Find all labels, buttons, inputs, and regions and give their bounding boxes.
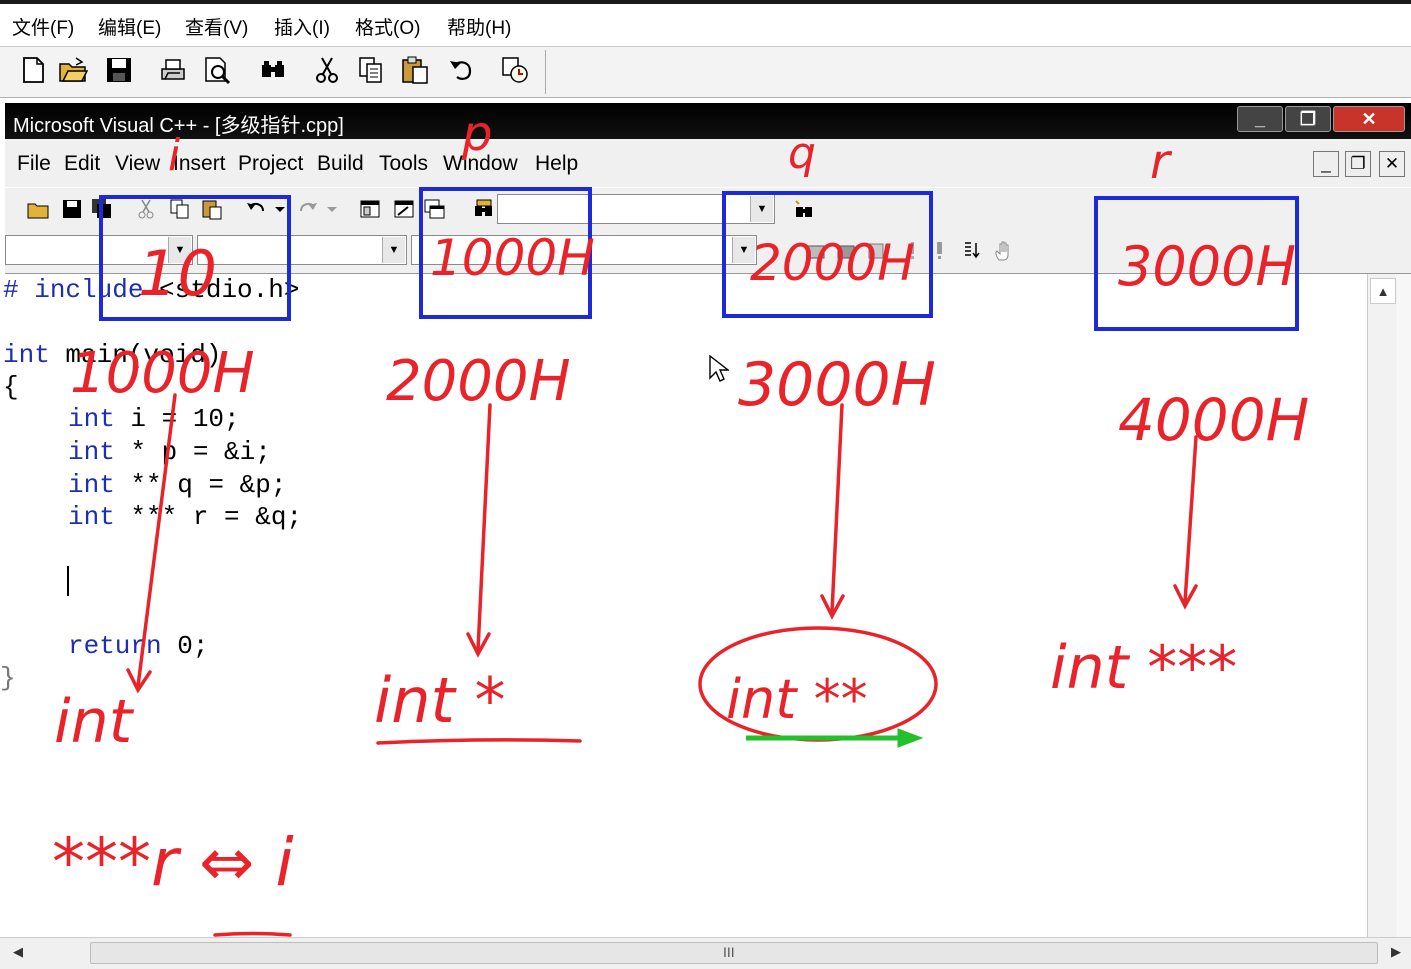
paste-icon[interactable] xyxy=(400,55,430,85)
class-combo[interactable]: ▼ xyxy=(5,235,193,265)
workspace-icon[interactable] xyxy=(359,198,381,220)
menu-file[interactable]: File xyxy=(17,152,51,176)
scroll-right-arrow-icon[interactable]: ▶ xyxy=(1386,944,1406,964)
code-line-open-brace: { xyxy=(3,372,19,402)
insert-breakpoint-icon[interactable] xyxy=(961,240,983,262)
go-icon[interactable] xyxy=(929,240,951,262)
chevron-down-icon[interactable] xyxy=(269,198,291,220)
text-caret xyxy=(67,566,69,596)
mdi-close-button[interactable]: ✕ xyxy=(1379,151,1405,177)
redo-icon[interactable] xyxy=(297,198,319,220)
code-line-int-q: int ** q = &p; xyxy=(68,470,287,500)
close-button[interactable]: ✕ xyxy=(1333,106,1405,132)
save-icon[interactable] xyxy=(61,198,83,220)
copy-icon[interactable] xyxy=(356,55,386,85)
vc-menubar: File Edit View Insert Project Build Tool… xyxy=(5,139,1411,187)
scroll-thumb-grip: III xyxy=(723,944,735,960)
chevron-down-icon[interactable]: ▼ xyxy=(168,237,191,263)
save-icon[interactable] xyxy=(104,55,134,85)
menu-tools[interactable]: Tools xyxy=(379,152,428,176)
filter-combo[interactable]: ▼ xyxy=(197,235,407,265)
paste-icon[interactable] xyxy=(201,198,223,220)
restore-button[interactable]: ❐ xyxy=(1285,106,1331,132)
save-all-icon[interactable] xyxy=(91,198,113,220)
execute-icon[interactable] xyxy=(901,240,923,262)
new-document-icon[interactable] xyxy=(18,55,48,85)
compile-icon[interactable] xyxy=(805,240,827,262)
outer-menubar: 文件(F) 编辑(E) 查看(V) 插入(I) 格式(O) 帮助(H) xyxy=(0,0,1411,46)
toolbar-separator xyxy=(545,50,546,94)
window-edge xyxy=(1397,274,1411,937)
cut-icon[interactable] xyxy=(312,55,342,85)
chevron-down-icon[interactable]: ▼ xyxy=(382,237,405,263)
horizontal-scrollbar[interactable]: ◀ III ▶ xyxy=(0,937,1411,969)
vertical-scrollbar[interactable]: ▲ xyxy=(1367,274,1398,937)
menu-build[interactable]: Build xyxy=(317,152,364,176)
find-combo[interactable]: ▼ xyxy=(497,194,775,224)
outer-menu-format[interactable]: 格式(O) xyxy=(355,13,420,40)
outer-toolbar xyxy=(0,46,1411,98)
output-window-icon[interactable] xyxy=(393,198,415,220)
menu-help[interactable]: Help xyxy=(535,152,578,176)
cut-icon[interactable] xyxy=(135,198,157,220)
undo-icon[interactable] xyxy=(245,198,267,220)
mdi-minimize-button[interactable]: _ xyxy=(1313,151,1339,177)
copy-icon[interactable] xyxy=(169,198,191,220)
find-in-files-icon[interactable] xyxy=(473,198,495,220)
vc-wizard-toolbar: ▼ ▼ ▼ xyxy=(5,229,1411,274)
chevron-down-icon[interactable]: ▼ xyxy=(750,196,773,222)
code-line-return: return 0; xyxy=(68,631,209,661)
stop-build-icon[interactable] xyxy=(865,240,887,262)
outer-menu-help[interactable]: 帮助(H) xyxy=(447,13,511,40)
horizontal-scroll-thumb[interactable]: III xyxy=(90,942,1378,964)
build-icon[interactable] xyxy=(835,240,857,262)
mouse-cursor-icon xyxy=(709,355,729,382)
vc-titlebar[interactable]: Microsoft Visual C++ - [多级指针.cpp] _ ❐ ✕ xyxy=(5,103,1411,139)
code-line-int-p: int * p = &i; xyxy=(68,437,271,467)
code-line-main: int main(void) xyxy=(3,340,222,370)
outer-menu-edit[interactable]: 编辑(E) xyxy=(98,13,161,40)
menu-view[interactable]: View xyxy=(115,152,160,176)
mdi-restore-button[interactable]: ❐ xyxy=(1345,151,1371,177)
code-line-include: # include <stdio.h> xyxy=(3,275,300,305)
open-folder-icon[interactable] xyxy=(27,198,49,220)
scroll-left-arrow-icon[interactable]: ◀ xyxy=(8,944,28,964)
scroll-up-arrow-icon[interactable]: ▲ xyxy=(1370,278,1396,304)
print-icon[interactable] xyxy=(158,55,188,85)
hand-icon[interactable] xyxy=(993,240,1015,262)
chevron-down-icon[interactable] xyxy=(321,198,343,220)
open-folder-icon[interactable] xyxy=(58,55,88,85)
menu-insert[interactable]: Insert xyxy=(173,152,226,176)
insert-datetime-icon[interactable] xyxy=(500,55,530,85)
outer-menu-view[interactable]: 查看(V) xyxy=(185,13,248,40)
window-title: Microsoft Visual C++ - [多级指针.cpp] xyxy=(13,115,344,137)
window-list-icon[interactable] xyxy=(423,198,445,220)
find-icon[interactable] xyxy=(258,55,288,85)
chevron-down-icon[interactable]: ▼ xyxy=(732,237,755,263)
outer-menu-file[interactable]: 文件(F) xyxy=(12,13,74,40)
minimize-button[interactable]: _ xyxy=(1237,106,1283,132)
menu-edit[interactable]: Edit xyxy=(64,152,100,176)
menu-window[interactable]: Window xyxy=(443,152,518,176)
vc-standard-toolbar: ▼ xyxy=(5,187,1411,230)
outer-menu-insert[interactable]: 插入(I) xyxy=(274,13,330,40)
print-preview-icon[interactable] xyxy=(202,55,232,85)
code-line-int-i: int i = 10; xyxy=(68,404,240,434)
menu-project[interactable]: Project xyxy=(238,152,303,176)
code-line-close-brace: } xyxy=(0,663,16,693)
undo-icon[interactable] xyxy=(446,55,476,85)
code-line-int-r: int *** r = &q; xyxy=(68,502,303,532)
members-combo[interactable]: ▼ xyxy=(411,235,757,265)
find-icon[interactable] xyxy=(793,198,815,220)
code-editor[interactable]: # include <stdio.h> int main(void) { int… xyxy=(0,274,1367,937)
